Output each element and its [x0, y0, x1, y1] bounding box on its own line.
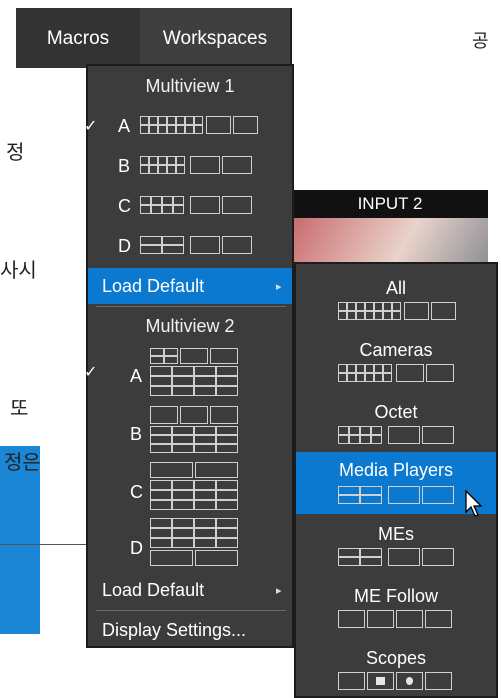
mv2-item-a-letter[interactable]: A: [130, 366, 142, 387]
mv2-layout-d-icon[interactable]: [150, 518, 240, 566]
bg-text-fragment-d: 정은: [4, 450, 41, 474]
mes-layout-icon: [338, 548, 454, 566]
me-follow-layout-icon: [338, 610, 454, 628]
octet-layout-icon: [338, 426, 454, 444]
multiview-2-header: Multiview 2: [145, 316, 235, 336]
media-players-label: Media Players: [338, 460, 454, 480]
mv1-layout-d-icon[interactable]: [140, 236, 256, 254]
workspaces-dropdown: Multiview 1 ✓ A B C D Load Default ▸ Mul…: [84, 64, 294, 648]
menu-bar: Macros Workspaces: [16, 8, 292, 68]
mv1-layout-c-icon[interactable]: [140, 196, 256, 214]
workspaces-menu[interactable]: Workspaces: [140, 8, 290, 68]
load-default-1-label: Load Default: [102, 276, 205, 296]
separator: [96, 306, 286, 307]
check-icon: ✓: [84, 364, 98, 381]
bg-text-fragment-c: 또: [10, 396, 29, 420]
mouse-cursor-icon: [465, 490, 483, 517]
separator: [96, 610, 286, 611]
bg-text-fragment-top: 공: [472, 31, 489, 52]
mv2-layout-b-icon[interactable]: [150, 406, 240, 454]
mv1-layout-b-icon[interactable]: [140, 156, 256, 174]
mv1-layout-a-icon[interactable]: [140, 116, 258, 134]
submenu-option-octet[interactable]: Octet: [296, 402, 496, 423]
mv2-item-b-letter[interactable]: B: [130, 424, 142, 445]
mv1-item-b-letter[interactable]: B: [118, 156, 130, 177]
cameras-layout-icon: [338, 364, 454, 382]
mv2-item-c-letter[interactable]: C: [130, 482, 143, 503]
mv2-layout-c-icon[interactable]: [150, 462, 240, 510]
mv2-layout-a-icon[interactable]: [150, 348, 240, 396]
all-layout-icon: [338, 302, 456, 320]
media-players-layout-icon: [338, 486, 454, 504]
submenu-arrow-icon: ▸: [276, 281, 282, 293]
mv2-item-d-letter[interactable]: D: [130, 538, 143, 559]
submenu-option-me-follow[interactable]: ME Follow: [296, 586, 496, 607]
mv1-item-d-letter[interactable]: D: [118, 236, 131, 257]
preview-label: INPUT 2: [292, 190, 488, 218]
submenu-option-scopes[interactable]: Scopes: [296, 648, 496, 669]
scopes-layout-icon: [338, 672, 454, 690]
bg-text-fragment-a: 정: [6, 140, 25, 164]
submenu-option-cameras[interactable]: Cameras: [296, 340, 496, 361]
submenu-option-mes[interactable]: MEs: [296, 524, 496, 545]
mv1-item-c-letter[interactable]: C: [118, 196, 131, 217]
check-icon: ✓: [84, 118, 98, 135]
load-default-submenu: All Cameras Octet Media Players MEs ME F…: [294, 262, 498, 698]
submenu-option-all[interactable]: All: [296, 278, 496, 299]
load-default-2-item[interactable]: Load Default: [102, 580, 204, 601]
bg-text-fragment-b: 사시: [0, 258, 37, 282]
load-default-1-item[interactable]: Load Default ▸: [88, 268, 292, 304]
mv1-item-a-letter[interactable]: A: [118, 116, 130, 137]
macros-menu[interactable]: Macros: [16, 8, 140, 68]
display-settings-item[interactable]: Display Settings...: [102, 620, 246, 641]
callout-line: [0, 544, 98, 545]
submenu-arrow-icon: ▸: [276, 585, 282, 597]
multiview-1-header: Multiview 1: [145, 76, 235, 96]
